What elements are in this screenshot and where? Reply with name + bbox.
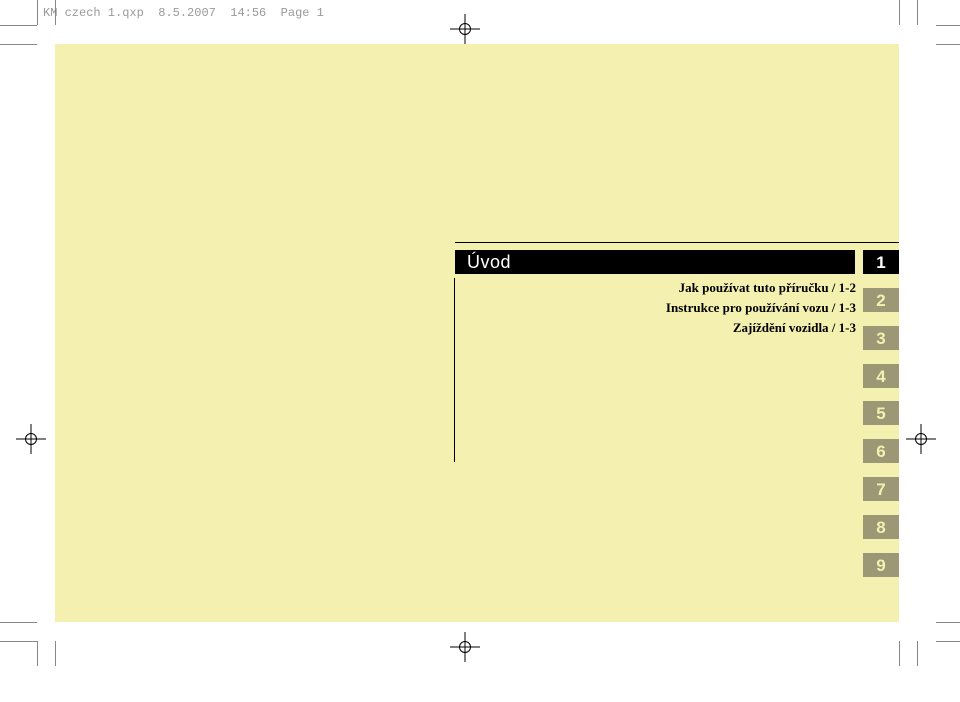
crop-mark (936, 25, 960, 26)
chapter-tab-7: 7 (863, 477, 899, 501)
header-time: 14:56 (230, 6, 266, 20)
crop-mark (37, 0, 38, 25)
registration-mark-icon (912, 430, 930, 448)
crop-mark (936, 44, 960, 45)
print-header: KM czech 1.qxp 8.5.2007 14:56 Page 1 (43, 6, 324, 20)
crop-mark (899, 0, 900, 25)
crop-mark (0, 25, 37, 26)
chapter-tab-3: 3 (863, 326, 899, 350)
crop-mark (0, 622, 37, 623)
vertical-rule (454, 278, 455, 462)
registration-mark-icon (456, 20, 474, 38)
chapter-tab-4: 4 (863, 364, 899, 388)
table-of-contents: Jak používat tuto příručku / 1-2 Instruk… (510, 280, 856, 340)
crop-mark (0, 44, 37, 45)
chapter-tab-8: 8 (863, 515, 899, 539)
crop-mark (936, 622, 960, 623)
chapter-tab-1: 1 (863, 250, 899, 274)
toc-entry: Zajíždění vozidla / 1-3 (510, 320, 856, 336)
toc-entry: Jak používat tuto příručku / 1-2 (510, 280, 856, 296)
chapter-tab-9: 9 (863, 553, 899, 577)
header-date: 8.5.2007 (158, 6, 216, 20)
chapter-tab-6: 6 (863, 439, 899, 463)
crop-mark (55, 641, 56, 666)
crop-mark (899, 641, 900, 666)
header-filename: KM czech 1.qxp (43, 6, 144, 20)
crop-mark (917, 0, 918, 25)
registration-mark-icon (456, 638, 474, 656)
header-page: Page 1 (281, 6, 324, 20)
crop-mark (37, 641, 38, 666)
crop-mark (0, 641, 37, 642)
section-title: Úvod (455, 250, 855, 274)
chapter-tab-2: 2 (863, 288, 899, 312)
crop-mark (917, 641, 918, 666)
crop-mark (55, 0, 56, 25)
registration-mark-icon (22, 430, 40, 448)
horizontal-rule (455, 242, 899, 243)
crop-mark (936, 641, 960, 642)
chapter-tab-5: 5 (863, 401, 899, 425)
toc-entry: Instrukce pro používání vozu / 1-3 (510, 300, 856, 316)
chapter-tabs: 1 2 3 4 5 6 7 8 9 (863, 250, 899, 591)
